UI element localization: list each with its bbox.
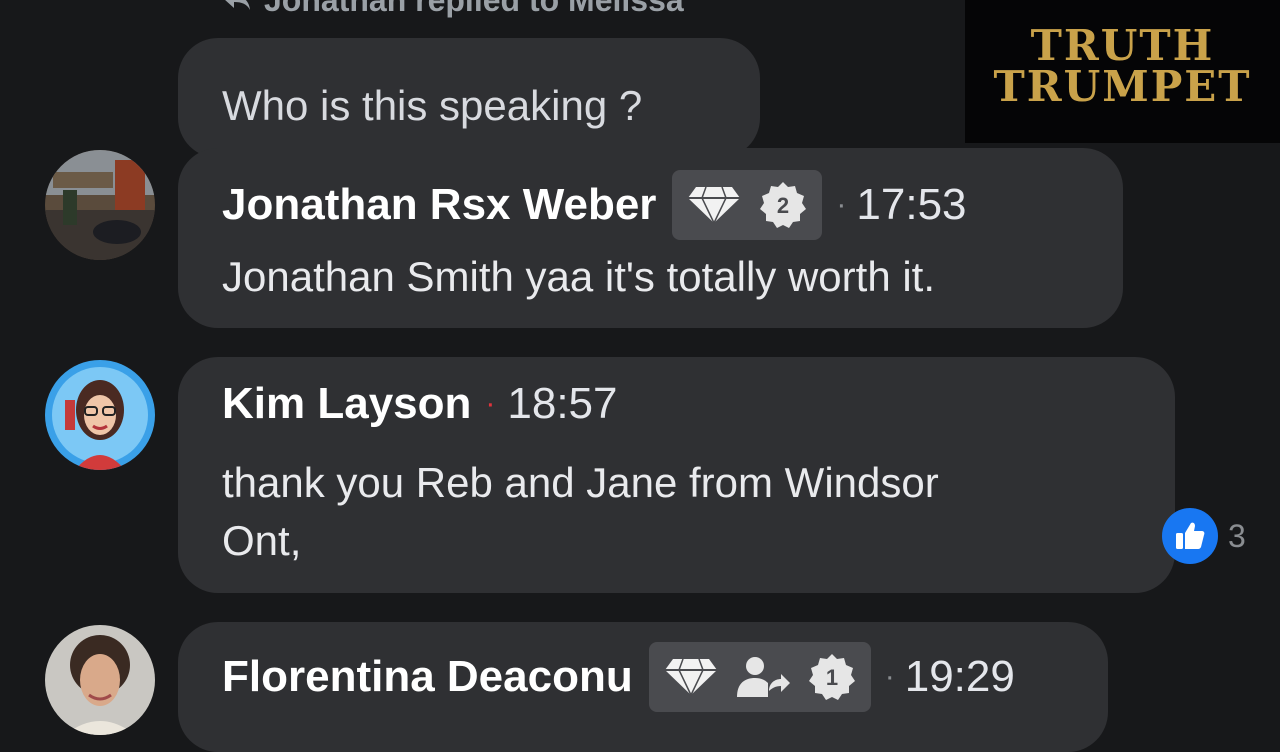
reply-text: Jonathan replied to Melissa [264,0,684,19]
comment-bubble[interactable]: Jonathan Rsx Weber 2 · 17:53 Jonathan Sm… [178,148,1123,328]
comment-header: Jonathan Rsx Weber 2 · 17:53 [222,170,967,240]
commenter-name[interactable]: Jonathan Rsx Weber [222,180,656,230]
diamond-icon [688,186,741,224]
badge-group[interactable]: 1 [648,642,871,712]
comment-text-line-1: thank you Reb and Jane from Windsor [222,459,939,506]
comment-header: Florentina Deaconu 1 · 19:29 [222,642,1015,712]
comment-header: Kim Layson · 18:57 [222,379,618,429]
comment-bubble[interactable]: Kim Layson · 18:57 thank you Reb and Jan… [178,357,1175,593]
separator-dot: · [485,387,496,420]
comment-time[interactable]: 19:29 [905,652,1015,702]
avatar-kim[interactable] [45,360,155,470]
comment-text: Jonathan Smith yaa it's totally worth it… [222,253,936,300]
reply-arrow-icon [225,0,250,10]
badge-number: 1 [826,665,838,690]
level-badge-icon: 2 [760,182,807,228]
reaction-summary[interactable]: 3 [1162,508,1246,564]
comment-time[interactable]: 17:53 [856,180,966,230]
comment-text-line-2: Ont, [222,517,302,564]
commenter-name[interactable]: Florentina Deaconu [222,652,633,702]
diamond-icon [664,658,717,696]
avatar-jonathan[interactable] [45,150,155,260]
badge-number: 2 [777,193,789,218]
level-badge-icon: 1 [808,654,855,700]
reply-indicator[interactable]: Jonathan replied to Melissa [222,0,684,22]
reaction-count: 3 [1228,517,1246,554]
avatar-florentina[interactable] [45,625,155,735]
reply-comment-bubble[interactable]: Who is this speaking ? [178,38,760,158]
badge-group[interactable]: 2 [672,170,823,240]
truth-trumpet-logo: TRUTH TRUMPET [965,0,1280,143]
comment-text: Who is this speaking ? [222,82,643,129]
user-share-icon [736,657,790,697]
commenter-name[interactable]: Kim Layson [222,379,471,429]
comment-bubble[interactable]: Florentina Deaconu 1 · 19:29 [178,622,1108,752]
separator-dot: · [884,660,895,693]
logo-line-1: TRUTH [1030,20,1215,70]
separator-dot: · [836,188,847,221]
logo-line-2: TRUMPET [993,61,1252,111]
thumbs-up-icon [1162,508,1218,564]
comment-time[interactable]: 18:57 [507,379,617,429]
